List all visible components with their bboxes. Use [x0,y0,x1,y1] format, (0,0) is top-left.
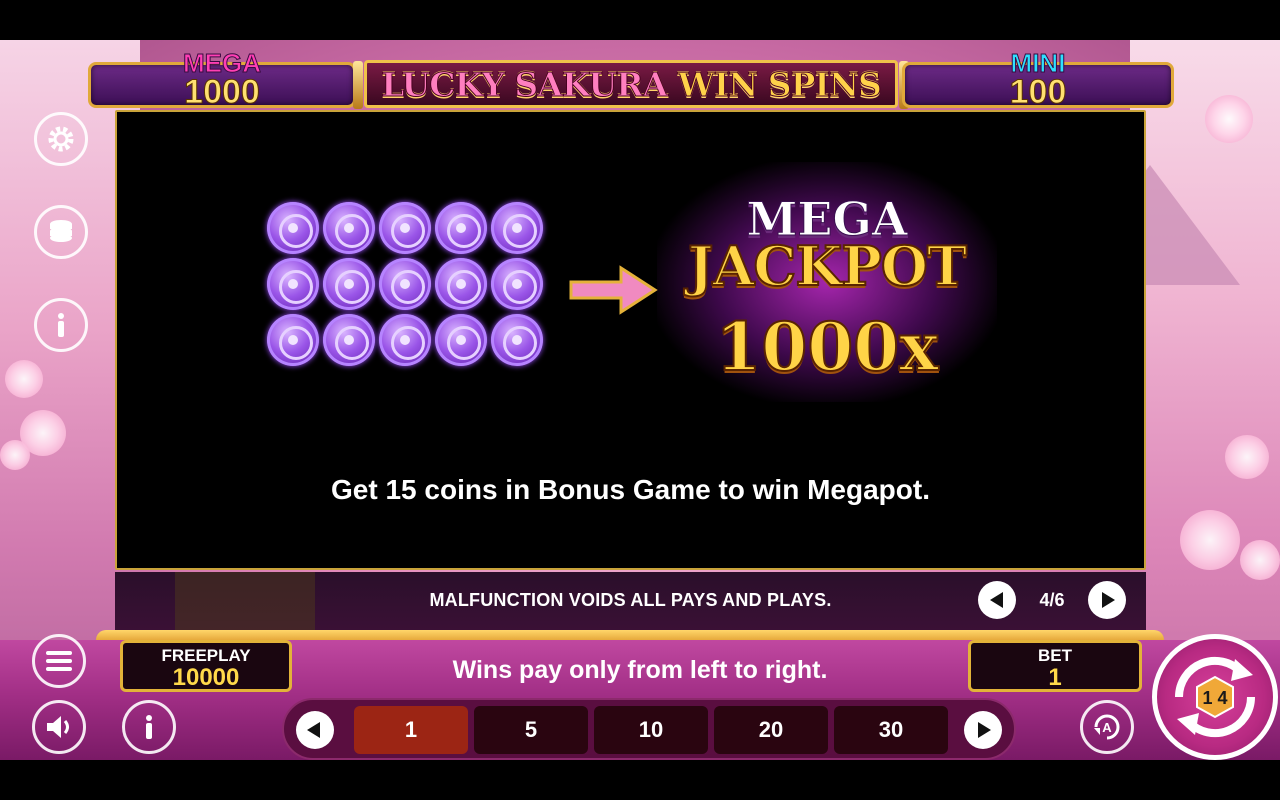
mini-jackpot-box: MINI 100 [902,49,1174,112]
bet-option[interactable]: 1 [354,706,468,754]
autoplay-icon: A [1094,714,1120,740]
bet-option[interactable]: 30 [834,706,948,754]
blossom-decoration [0,440,30,470]
jackpot-multiplier: 1000x [714,307,939,387]
bonus-coin [435,258,487,310]
settings-gear-icon [48,126,74,152]
blossom-decoration [1225,435,1269,479]
arrow-right-icon [569,265,658,315]
sound-icon [47,716,69,738]
info-side-button[interactable] [34,298,88,352]
bonus-coin [267,258,319,310]
bet-settings-button[interactable] [34,205,88,259]
bet-option[interactable]: 5 [474,706,588,754]
jackpot-header: MEGA 1000 LUCKY SAKURA WIN SPINS MINI 10… [88,49,1174,112]
spin-icon: 1 4 [1174,656,1256,738]
paytable-pager: 4/6 [978,581,1126,619]
bonus-coin [435,314,487,366]
coin-stack-icon [50,220,72,242]
coin-grid [267,202,557,382]
page-indicator: 4/6 [1039,589,1065,610]
pay-direction-note: Wins pay only from left to right. [452,656,828,684]
sound-button[interactable] [32,700,86,754]
bonus-coin [435,202,487,254]
previous-page-button[interactable] [978,581,1016,619]
mega-jackpot-value: 1000 [184,73,261,112]
next-page-button[interactable] [1088,581,1126,619]
bonus-coin [323,258,375,310]
paytable-panel: MEGA JACKPOT 1000x Get 15 coins in Bonus… [115,110,1146,570]
blossom-decoration [5,360,43,398]
bet-option[interactable]: 20 [714,706,828,754]
blossom-decoration [1180,510,1240,570]
bonus-coin [323,314,375,366]
blossom-decoration [1240,540,1280,580]
bonus-coin [491,258,543,310]
paytable-rule-text: Get 15 coins in Bonus Game to win Megapo… [331,474,930,505]
game-title-part1: LUCKY SAKURA [381,64,669,104]
svg-text:A: A [1102,720,1112,735]
game-title-plate: LUCKY SAKURA WIN SPINS [353,60,909,109]
bonus-coin [491,202,543,254]
bonus-coin [379,202,431,254]
game-title: LUCKY SAKURA WIN SPINS [381,64,883,104]
bonus-coin [267,314,319,366]
bonus-coin [379,314,431,366]
bonus-coin [323,202,375,254]
mini-jackpot-value: 100 [1009,73,1067,112]
spin-badge-text: 1 4 [1202,688,1227,708]
bet-increase-button[interactable] [964,711,1002,749]
bet-decrease-button[interactable] [296,711,334,749]
bonus-coin [379,258,431,310]
info-icon [146,715,152,739]
game-title-part2: WIN SPINS [677,64,882,104]
info-button[interactable] [122,700,176,754]
spin-button[interactable]: 1 4 [1152,634,1278,760]
info-icon [58,313,64,337]
info-strip: MALFUNCTION VOIDS ALL PAYS AND PLAYS. 4/… [115,572,1146,630]
mega-jackpot-box: MEGA 1000 [88,49,356,112]
bet-selector: 1 5 10 20 30 [282,698,1016,760]
blossom-decoration [1205,95,1253,143]
bonus-coin [267,202,319,254]
bonus-coin [491,314,543,366]
bet-option[interactable]: 10 [594,706,708,754]
jackpot-title-jackpot: JACKPOT [687,233,968,299]
autoplay-button[interactable]: A [1080,700,1134,754]
settings-button[interactable] [34,112,88,166]
title-cap-left [353,61,363,109]
